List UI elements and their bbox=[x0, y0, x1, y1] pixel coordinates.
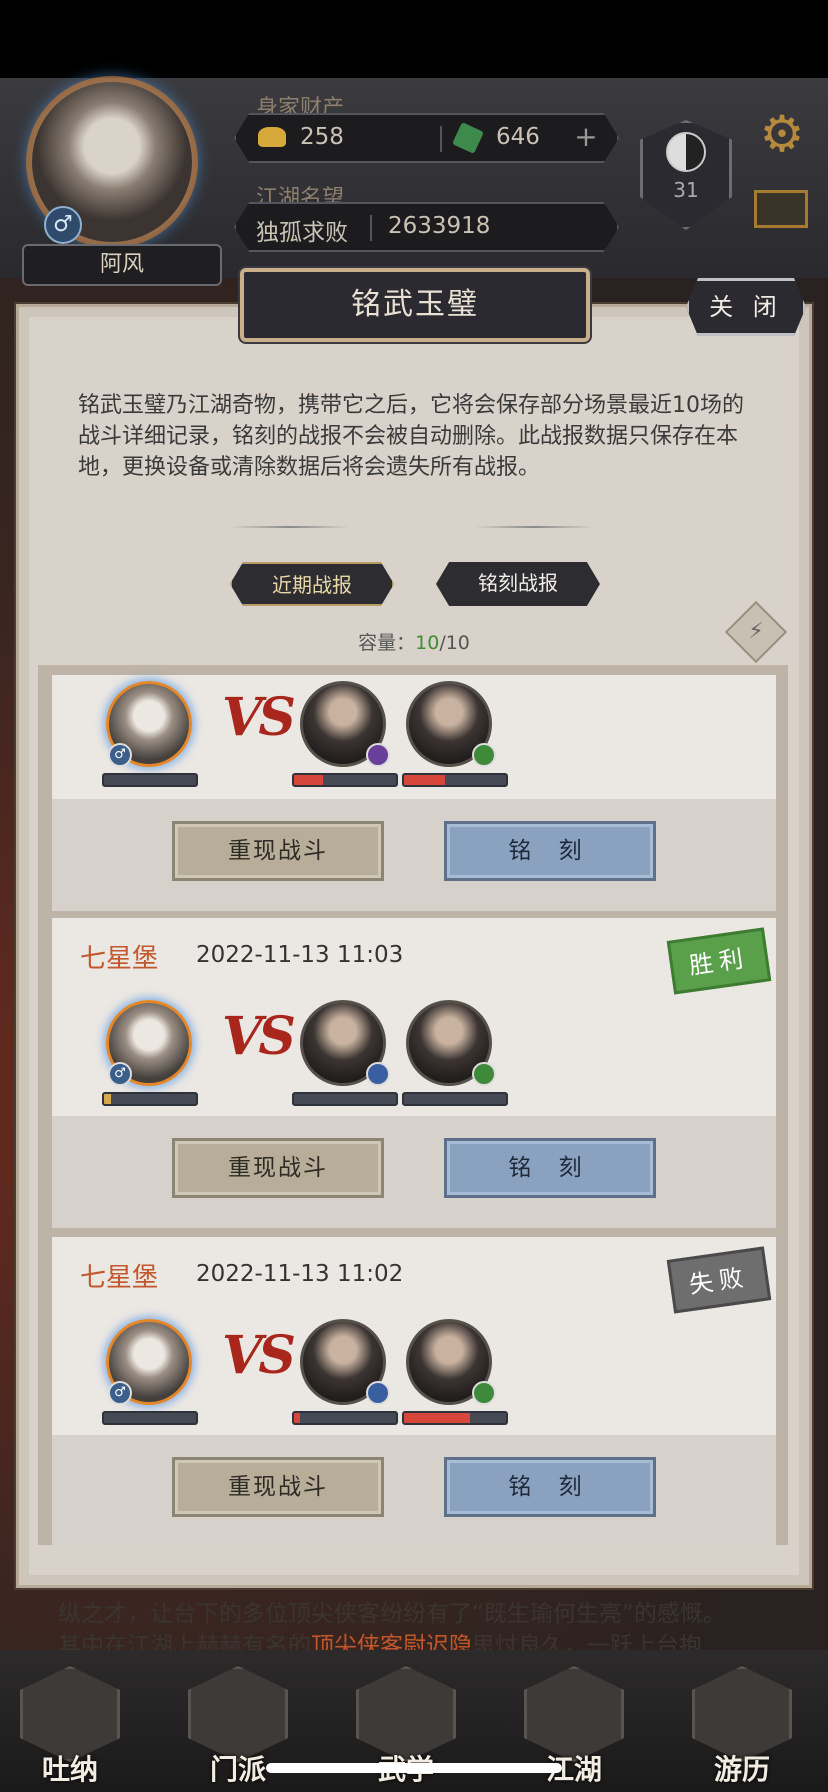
replay-battle-button[interactable]: 重现战斗 bbox=[172, 821, 384, 881]
sect-icon bbox=[472, 743, 496, 767]
result-stamp-lose: 失败 bbox=[666, 1246, 772, 1314]
status-bar bbox=[0, 0, 828, 78]
divider bbox=[370, 215, 372, 241]
battle-timestamp: 2022-11-13 11:03 bbox=[196, 942, 404, 968]
battle-card: 七星堡 2022-11-13 11:03 胜利 ♂ VS 重现战斗 铭 刻 bbox=[52, 918, 776, 1228]
tab-engraved-reports[interactable]: 铭刻战报 bbox=[436, 562, 600, 606]
sect-icon bbox=[366, 1062, 390, 1086]
player-hp-bar bbox=[102, 1092, 198, 1106]
engrave-button[interactable]: 铭 刻 bbox=[444, 1138, 656, 1198]
sect-icon bbox=[472, 1381, 496, 1405]
player-title: 独孤求败 bbox=[256, 220, 348, 246]
card-actions: 重现战斗 铭 刻 bbox=[52, 799, 776, 911]
engrave-button[interactable]: 铭 刻 bbox=[444, 1457, 656, 1517]
wealth-bar bbox=[234, 113, 619, 163]
replay-battle-button[interactable]: 重现战斗 bbox=[172, 1138, 384, 1198]
fame-value: 2633918 bbox=[388, 213, 491, 239]
engrave-button[interactable]: 铭 刻 bbox=[444, 821, 656, 881]
divider bbox=[440, 126, 442, 152]
sect-icon bbox=[366, 743, 390, 767]
capacity-label: 容量： bbox=[358, 632, 416, 654]
player-name: 阿风 bbox=[22, 244, 222, 286]
nav-travel[interactable]: 游历 bbox=[692, 1666, 792, 1786]
add-currency-button[interactable]: + bbox=[572, 123, 600, 152]
battle-location: 七星堡 bbox=[80, 1263, 159, 1293]
capacity-total: /10 bbox=[439, 632, 470, 654]
panel-description: 铭武玉璧乃江湖奇物，携带它之后，它将会保存部分场景最近10场的战斗详细记录，铭刻… bbox=[78, 393, 744, 480]
gender-icon: ♂ bbox=[108, 743, 132, 767]
hp-fill bbox=[104, 1094, 112, 1104]
card-actions: 重现战斗 铭 刻 bbox=[52, 1116, 776, 1228]
enemy-hp-bar bbox=[402, 1411, 508, 1425]
mail-icon[interactable] bbox=[754, 190, 808, 228]
enemy-hp-bar bbox=[292, 773, 398, 787]
card-actions: 重现战斗 铭 刻 bbox=[52, 1435, 776, 1547]
enemy-hp-bar bbox=[402, 1092, 508, 1106]
story-line: 纵之才，让台下的多位顶尖侠客纷纷有了“既生瑜何生亮”的感慨。 bbox=[58, 1601, 726, 1627]
hp-fill bbox=[294, 775, 323, 785]
hp-fill bbox=[404, 1413, 471, 1423]
gender-icon: ♂ bbox=[108, 1062, 132, 1086]
battle-card: ♂ VS 重现战斗 铭 刻 bbox=[52, 675, 776, 911]
vs-icon: VS bbox=[222, 1325, 296, 1386]
sect-icon bbox=[366, 1381, 390, 1405]
yinyang-icon bbox=[666, 132, 706, 172]
nav-label: 吐纳 bbox=[41, 1753, 98, 1786]
result-stamp-win: 胜利 bbox=[666, 927, 772, 995]
player-hp-bar bbox=[102, 773, 198, 787]
battle-timestamp: 2022-11-13 11:02 bbox=[196, 1261, 404, 1287]
ornament-divider bbox=[230, 526, 350, 528]
panel-title: 铭武玉璧 bbox=[240, 268, 590, 342]
hp-fill bbox=[294, 1413, 301, 1423]
battle-location: 七星堡 bbox=[80, 944, 159, 974]
gender-icon: ♂ bbox=[44, 206, 82, 244]
level-number: 31 bbox=[673, 178, 699, 202]
enemy-hp-bar bbox=[292, 1092, 398, 1106]
gold-ingot-icon bbox=[258, 127, 286, 147]
nav-label: 游历 bbox=[713, 1753, 770, 1786]
replay-battle-button[interactable]: 重现战斗 bbox=[172, 1457, 384, 1517]
enemy-hp-bar bbox=[402, 773, 508, 787]
sect-icon bbox=[472, 1062, 496, 1086]
player-hp-bar bbox=[102, 1411, 198, 1425]
gear-icon[interactable]: ⚙ bbox=[756, 108, 808, 160]
gender-icon: ♂ bbox=[108, 1381, 132, 1405]
vs-icon: VS bbox=[222, 1006, 296, 1067]
capacity-used: 10 bbox=[415, 632, 440, 654]
tab-recent-reports[interactable]: 近期战报 bbox=[230, 562, 394, 606]
battle-card: 七星堡 2022-11-13 11:02 失败 ♂ VS 重现战斗 铭 刻 bbox=[52, 1237, 776, 1547]
home-indicator bbox=[266, 1763, 562, 1773]
nav-breathing[interactable]: 吐纳 bbox=[20, 1666, 120, 1786]
close-button[interactable]: 关 闭 bbox=[686, 278, 806, 336]
ornament-divider bbox=[474, 526, 594, 528]
capacity-indicator: 容量：10/10 bbox=[330, 628, 498, 655]
hp-fill bbox=[404, 775, 445, 785]
enemy-hp-bar bbox=[292, 1411, 398, 1425]
vs-icon: VS bbox=[222, 687, 296, 748]
jade-amount: 646 bbox=[496, 124, 540, 150]
gold-amount: 258 bbox=[300, 124, 344, 150]
